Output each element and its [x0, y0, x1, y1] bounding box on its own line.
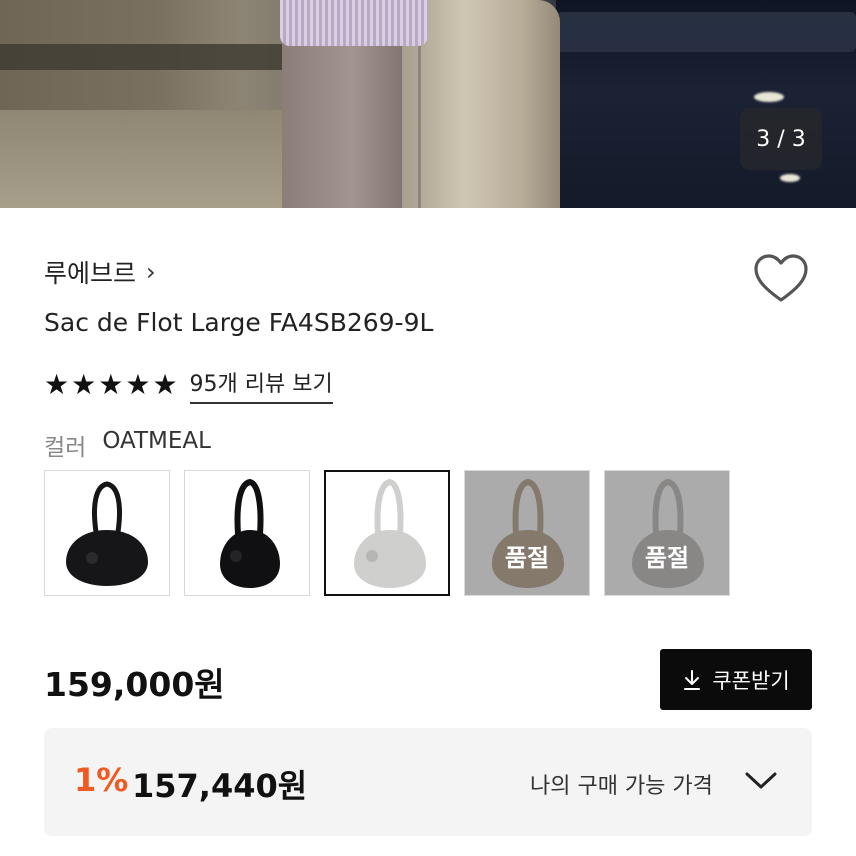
- bag-thumbnail: [66, 481, 148, 586]
- bag-thumbnail: [220, 478, 280, 588]
- sold-out-label: 품절: [504, 543, 550, 572]
- final-price: 157,440원: [132, 767, 308, 805]
- chevron-right-icon: ›: [146, 258, 156, 286]
- coupon-button-label: 쿠폰받기: [712, 668, 790, 693]
- color-swatches: 품절 품절: [44, 470, 730, 596]
- color-swatch[interactable]: [44, 470, 170, 596]
- star-icon: ★: [71, 368, 97, 401]
- brand-name: 루에브르: [44, 259, 137, 288]
- image-counter: 3 / 3: [740, 108, 822, 170]
- color-swatch-sold-out[interactable]: 품절: [604, 470, 730, 596]
- color-swatch-sold-out[interactable]: 품절: [464, 470, 590, 596]
- image-light: [780, 174, 800, 182]
- rating-row: ★ ★ ★ ★ ★ 95개 리뷰 보기: [44, 366, 333, 404]
- image-background-pipe: [556, 12, 856, 52]
- image-background-rail: [0, 44, 300, 70]
- my-price-label: 나의 구매 가능 가격: [530, 774, 713, 799]
- chevron-down-icon[interactable]: [744, 768, 778, 792]
- color-swatch[interactable]: [184, 470, 310, 596]
- bag-thumbnail: [354, 478, 426, 588]
- review-link[interactable]: 95개 리뷰 보기: [189, 366, 333, 404]
- my-price-panel[interactable]: 1% 157,440원 나의 구매 가능 가격: [44, 728, 812, 836]
- sold-out-overlay: 품절: [605, 471, 729, 595]
- image-light: [754, 92, 784, 102]
- coupon-download-button[interactable]: 쿠폰받기: [660, 649, 812, 710]
- image-figure-crease: [418, 20, 421, 208]
- star-icon: ★: [152, 368, 178, 401]
- star-rating: ★ ★ ★ ★ ★: [44, 371, 178, 399]
- brand-link[interactable]: 루에브르 ›: [44, 254, 156, 290]
- discount-rate: 1%: [74, 761, 129, 799]
- sold-out-overlay: 품절: [465, 471, 589, 595]
- image-background-ground: [0, 110, 300, 208]
- star-icon: ★: [44, 368, 70, 401]
- product-image[interactable]: 3 / 3: [0, 0, 856, 208]
- color-label: 컬러: [44, 435, 87, 461]
- regular-price: 159,000원: [44, 665, 225, 704]
- color-row: 컬러 OATMEAL: [44, 428, 211, 462]
- heart-icon[interactable]: [752, 252, 810, 306]
- image-figure-shirt: [280, 0, 428, 46]
- star-icon: ★: [98, 368, 124, 401]
- color-selected-value: OATMEAL: [102, 428, 211, 454]
- product-title: Sac de Flot Large FA4SB269-9L: [44, 308, 434, 337]
- sold-out-label: 품절: [644, 543, 690, 572]
- color-swatch-selected[interactable]: [324, 470, 450, 596]
- star-icon: ★: [125, 368, 151, 401]
- download-icon: [684, 669, 701, 690]
